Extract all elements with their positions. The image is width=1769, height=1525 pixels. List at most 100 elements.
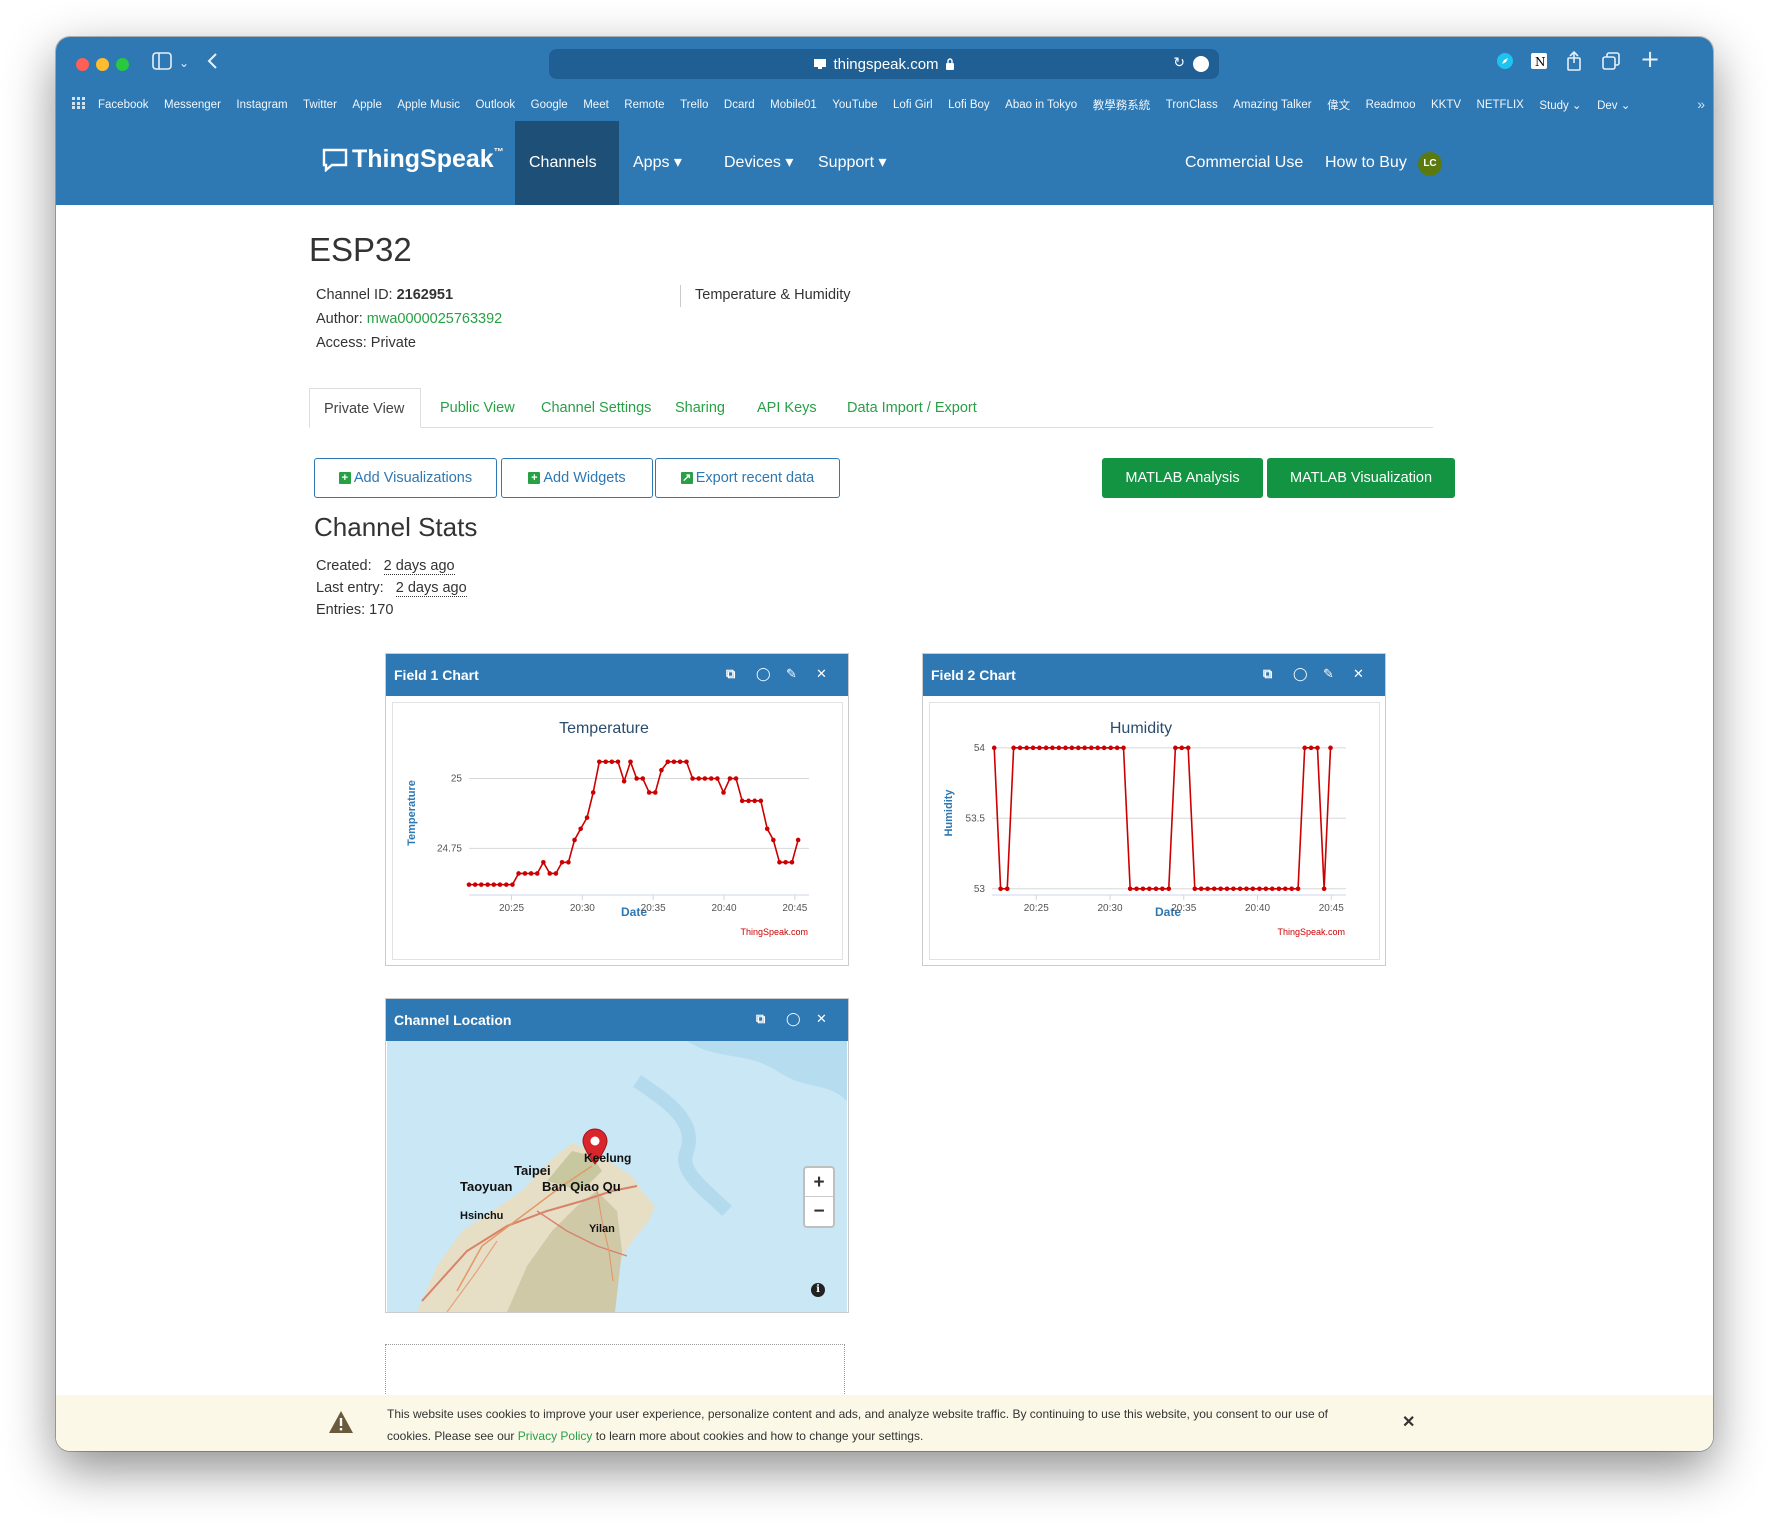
- page-title: ESP32: [309, 231, 412, 268]
- url-text: thingspeak.com: [833, 55, 939, 73]
- author-link[interactable]: mwa0000025763392: [367, 311, 502, 327]
- tab-sharing[interactable]: Sharing: [675, 388, 725, 428]
- export-recent-data-button[interactable]: ↗ Export recent data: [655, 458, 840, 498]
- data-point: [516, 871, 521, 876]
- pencil-icon[interactable]: ✎: [1323, 654, 1334, 696]
- bookmark-instagram[interactable]: Instagram: [236, 99, 287, 111]
- nav-apps[interactable]: Apps ▾: [619, 121, 696, 205]
- x-tick-label: 20:35: [1171, 903, 1196, 914]
- data-point: [991, 745, 997, 751]
- close-icon[interactable]: ✕: [816, 999, 827, 1041]
- compass-icon[interactable]: [1496, 51, 1514, 75]
- comment-icon[interactable]: ◯: [1293, 654, 1308, 696]
- thingspeak-logo[interactable]: ThingSpeak ™: [322, 145, 504, 174]
- channel-id-value: 2162951: [396, 287, 454, 303]
- tab-channel-settings[interactable]: Channel Settings: [541, 388, 651, 428]
- add-visualizations-button[interactable]: + Add Visualizations: [314, 458, 497, 498]
- tab-data-import-export[interactable]: Data Import / Export: [847, 388, 977, 428]
- share-icon[interactable]: [1566, 50, 1582, 76]
- nav-support[interactable]: Support ▾: [804, 121, 901, 205]
- data-point: [777, 859, 782, 865]
- nav-devices[interactable]: Devices ▾: [710, 121, 807, 205]
- comment-icon[interactable]: ◯: [756, 654, 771, 696]
- tab-public-view[interactable]: Public View: [440, 388, 515, 428]
- channel-access: Access: Private: [316, 335, 416, 351]
- bookmark-trello[interactable]: Trello: [680, 99, 708, 111]
- bookmarks-bar: Facebook Messenger Instagram Twitter App…: [56, 89, 1713, 121]
- matlab-visualization-button[interactable]: MATLAB Visualization: [1267, 458, 1455, 498]
- bookmark-dcard[interactable]: Dcard: [724, 99, 755, 111]
- zoom-in-button[interactable]: +: [805, 1168, 833, 1197]
- tab-private-view[interactable]: Private View: [309, 388, 421, 428]
- avatar[interactable]: LC: [1418, 152, 1442, 176]
- privacy-policy-link[interactable]: Privacy Policy: [518, 1429, 593, 1443]
- bookmark-facebook[interactable]: Facebook: [98, 99, 149, 111]
- close-window-button[interactable]: [76, 58, 89, 71]
- address-bar[interactable]: thingspeak.com ↻: [549, 49, 1219, 79]
- nav-channels[interactable]: Channels ▾: [515, 121, 619, 255]
- open-external-icon[interactable]: ⧉: [756, 999, 765, 1041]
- data-point: [497, 882, 503, 887]
- new-tab-icon[interactable]: +: [1640, 47, 1660, 71]
- comment-icon[interactable]: ◯: [786, 999, 801, 1041]
- nav-how-to-buy[interactable]: How to Buy: [1311, 121, 1421, 205]
- bookmark-folder-study[interactable]: Study ⌄: [1539, 98, 1581, 112]
- bookmark-school-system[interactable]: 教學務系統: [1093, 97, 1151, 113]
- chevron-down-icon[interactable]: ⌄: [179, 51, 189, 75]
- bookmark-folder-dev[interactable]: Dev ⌄: [1597, 98, 1630, 112]
- bookmark-kktv[interactable]: KKTV: [1431, 99, 1461, 111]
- tab-api-keys[interactable]: API Keys: [757, 388, 817, 428]
- data-point: [789, 859, 795, 865]
- more-options-icon[interactable]: [1193, 56, 1209, 72]
- matlab-analysis-button[interactable]: MATLAB Analysis: [1102, 458, 1263, 498]
- data-point: [1101, 745, 1107, 751]
- pencil-icon[interactable]: ✎: [786, 654, 797, 696]
- minimize-window-button[interactable]: [96, 58, 109, 71]
- open-external-icon[interactable]: ⧉: [726, 654, 735, 696]
- add-visualizations-label: Add Visualizations: [353, 470, 473, 486]
- page-content: ESP32 Channel ID: 2162951 Author: mwa000…: [56, 205, 1713, 1451]
- bookmark-remote[interactable]: Remote: [624, 99, 664, 111]
- tabs-overview-icon[interactable]: [1602, 51, 1620, 75]
- bookmark-twitter[interactable]: Twitter: [303, 99, 337, 111]
- add-widgets-button[interactable]: + Add Widgets: [501, 458, 653, 498]
- map-attribution-icon[interactable]: i: [811, 1283, 825, 1297]
- close-icon[interactable]: ✕: [1353, 654, 1364, 696]
- location-map[interactable]: Keelung Taipei Taoyuan Ban Qiao Qu Hsinc…: [387, 1041, 847, 1312]
- data-point: [559, 859, 565, 865]
- close-icon[interactable]: ✕: [816, 654, 827, 696]
- bookmark-tronclass[interactable]: TronClass: [1166, 99, 1218, 111]
- more-bookmarks-icon[interactable]: »: [1697, 96, 1705, 112]
- bookmark-apple-music[interactable]: Apple Music: [397, 99, 460, 111]
- nav-commercial-use[interactable]: Commercial Use: [1171, 121, 1317, 205]
- bookmark-netflix[interactable]: NETFLIX: [1477, 99, 1524, 111]
- cookie-close-icon[interactable]: ✕: [1402, 1412, 1415, 1432]
- data-point: [1218, 886, 1223, 892]
- reload-icon[interactable]: ↻: [1173, 54, 1185, 71]
- zoom-window-button[interactable]: [116, 58, 129, 71]
- notion-icon[interactable]: N: [1530, 51, 1548, 75]
- data-point: [1050, 745, 1055, 751]
- bookmark-meet[interactable]: Meet: [583, 99, 609, 111]
- bookmark-readmoo[interactable]: Readmoo: [1366, 99, 1416, 111]
- bookmark-lofi-boy[interactable]: Lofi Boy: [948, 99, 990, 111]
- bookmark-weiwen[interactable]: 偉文: [1327, 97, 1350, 113]
- sidebar-toggle-icon[interactable]: [152, 51, 172, 75]
- zoom-out-button[interactable]: −: [805, 1197, 833, 1226]
- bookmark-messenger[interactable]: Messenger: [164, 99, 221, 111]
- warning-icon: [329, 1411, 353, 1433]
- data-point: [634, 776, 639, 781]
- site-navbar: ThingSpeak ™ Channels ▾ Apps ▾ Devices ▾…: [56, 121, 1713, 255]
- bookmark-google[interactable]: Google: [531, 99, 568, 111]
- bookmark-amazing-talker[interactable]: Amazing Talker: [1233, 99, 1311, 111]
- bookmark-abao-in-tokyo[interactable]: Abao in Tokyo: [1005, 99, 1077, 111]
- bookmark-youtube[interactable]: YouTube: [832, 99, 877, 111]
- x-tick-label: 20:30: [570, 903, 595, 914]
- bookmark-outlook[interactable]: Outlook: [475, 99, 515, 111]
- bookmark-lofi-girl[interactable]: Lofi Girl: [893, 99, 933, 111]
- back-arrow-icon[interactable]: [206, 51, 218, 75]
- bookmark-mobile01[interactable]: Mobile01: [770, 99, 817, 111]
- apps-grid-icon[interactable]: [72, 96, 86, 114]
- bookmark-apple[interactable]: Apple: [352, 99, 381, 111]
- open-external-icon[interactable]: ⧉: [1263, 654, 1272, 696]
